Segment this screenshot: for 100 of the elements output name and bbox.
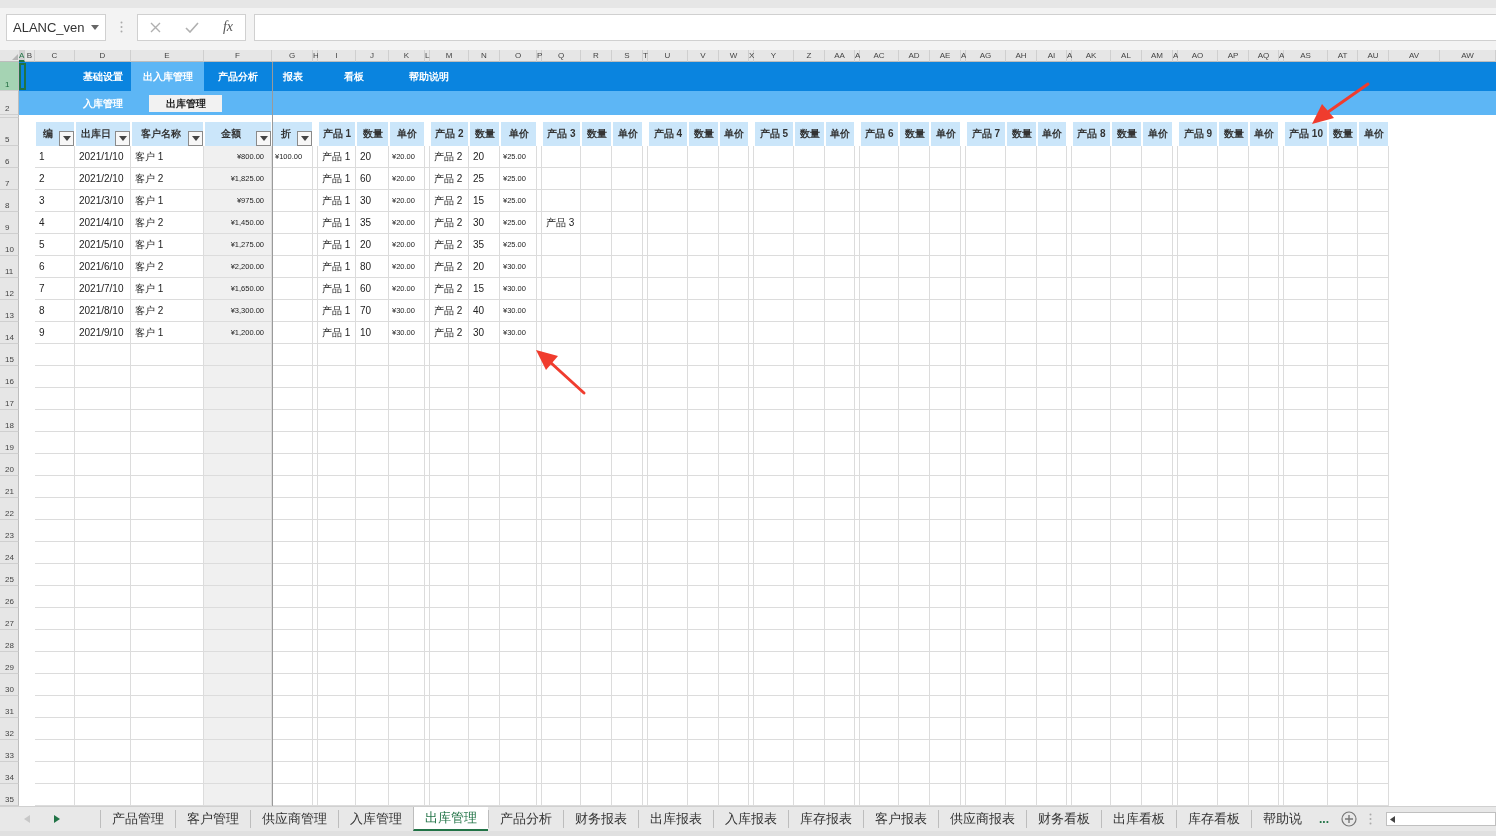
check-icon[interactable]	[184, 21, 199, 33]
column-header[interactable]: AP	[1218, 50, 1249, 62]
column-header[interactable]: AT	[1328, 50, 1358, 62]
column-header[interactable]: AI	[1037, 50, 1067, 62]
row-header[interactable]: 8	[0, 190, 19, 212]
sheet-tab[interactable]: 入库报表	[713, 810, 788, 828]
row-header[interactable]: 20	[0, 454, 19, 476]
column-header[interactable]: Q	[542, 50, 581, 62]
column-header[interactable]: S	[612, 50, 643, 62]
column-header[interactable]: U	[648, 50, 688, 62]
column-header[interactable]: R	[581, 50, 612, 62]
filter-button[interactable]	[188, 131, 203, 146]
row-header[interactable]: 32	[0, 718, 19, 740]
column-header[interactable]: N	[469, 50, 500, 62]
row-header[interactable]: 13	[0, 300, 19, 322]
sheet-tab[interactable]: 产品管理	[100, 810, 175, 828]
row-header[interactable]: 35	[0, 784, 19, 806]
row-header[interactable]: 30	[0, 674, 19, 696]
row-header[interactable]: 11	[0, 256, 19, 278]
sheet-tab[interactable]: 产品分析	[488, 810, 563, 828]
name-box[interactable]: ALANC_ven	[6, 13, 106, 41]
column-header[interactable]: AG	[966, 50, 1006, 62]
sub-nav-tab[interactable]: 出库管理	[149, 95, 222, 112]
row-header[interactable]: 21	[0, 476, 19, 498]
row-header[interactable]: 15	[0, 344, 19, 366]
column-header[interactable]: AU	[1358, 50, 1389, 62]
row-header[interactable]: 34	[0, 762, 19, 784]
insert-function-button[interactable]: fx	[222, 19, 233, 35]
column-header[interactable]: AS	[1284, 50, 1328, 62]
more-sheets-button[interactable]: ...	[1319, 812, 1329, 826]
column-header[interactable]: AO	[1178, 50, 1218, 62]
row-header[interactable]: 28	[0, 630, 19, 652]
column-header[interactable]: AD	[899, 50, 930, 62]
add-sheet-icon[interactable]	[1341, 811, 1357, 827]
row-header[interactable]: 18	[0, 410, 19, 432]
scroll-right-icon[interactable]	[54, 815, 60, 823]
sheet-tab[interactable]: 供应商管理	[250, 810, 338, 828]
column-header[interactable]: AH	[1006, 50, 1037, 62]
nav-tab[interactable]: 报表	[272, 62, 313, 91]
nav-tab[interactable]: 看板	[318, 62, 389, 91]
more-options-icon[interactable]	[120, 21, 123, 33]
filter-button[interactable]	[297, 131, 312, 146]
row-header[interactable]: 6	[0, 146, 19, 168]
row-header[interactable]: 9	[0, 212, 19, 234]
column-header[interactable]: C	[35, 50, 75, 62]
sheet-tab[interactable]: 库存看板	[1176, 810, 1251, 828]
filter-button[interactable]	[115, 131, 130, 146]
sheet-tab[interactable]: 帮助说	[1251, 810, 1313, 828]
cancel-icon[interactable]	[149, 21, 161, 33]
column-header[interactable]: O	[500, 50, 537, 62]
sheet-tab[interactable]: 出库报表	[638, 810, 713, 828]
row-header[interactable]: 10	[0, 234, 19, 256]
column-header[interactable]: AL	[1111, 50, 1142, 62]
column-header[interactable]: V	[688, 50, 719, 62]
column-header[interactable]: G	[272, 50, 313, 62]
row-header[interactable]: 12	[0, 278, 19, 300]
column-header[interactable]: K	[389, 50, 425, 62]
column-header[interactable]: J	[356, 50, 389, 62]
row-header[interactable]: 25	[0, 564, 19, 586]
row-header[interactable]: 5	[0, 118, 19, 146]
column-header[interactable]: AA	[825, 50, 855, 62]
row-header[interactable]: 19	[0, 432, 19, 454]
row-header[interactable]: 16	[0, 366, 19, 388]
column-header[interactable]: W	[719, 50, 749, 62]
sheet-tab[interactable]: 出库看板	[1101, 810, 1176, 828]
row-header[interactable]: 27	[0, 608, 19, 630]
sheet-tab[interactable]: 供应商报表	[938, 810, 1026, 828]
nav-tab[interactable]: 帮助说明	[389, 62, 469, 91]
row-header[interactable]: 7	[0, 168, 19, 190]
column-header[interactable]: AW	[1440, 50, 1496, 62]
nav-tab[interactable]: 产品分析	[204, 62, 272, 91]
nav-tab[interactable]: 基础设置	[75, 62, 131, 91]
sheet-tab[interactable]: 客户报表	[863, 810, 938, 828]
row-header[interactable]: 29	[0, 652, 19, 674]
formula-input-field[interactable]	[254, 13, 1496, 41]
horizontal-scrollbar[interactable]	[1386, 812, 1496, 826]
column-header[interactable]: AC	[860, 50, 899, 62]
column-header[interactable]: E	[131, 50, 204, 62]
scroll-left-arrow-icon[interactable]	[1390, 815, 1395, 823]
column-header[interactable]: Z	[794, 50, 825, 62]
row-header[interactable]: 26	[0, 586, 19, 608]
row-header[interactable]: 14	[0, 322, 19, 344]
column-header[interactable]: AQ	[1249, 50, 1279, 62]
sheet-tab[interactable]: 出库管理	[413, 807, 488, 831]
splitter-handle-icon[interactable]	[1369, 813, 1372, 825]
column-header[interactable]: AK	[1072, 50, 1111, 62]
row-header[interactable]: 1	[0, 62, 19, 91]
column-header[interactable]: Y	[754, 50, 794, 62]
row-header[interactable]: 2	[0, 91, 19, 115]
filter-button[interactable]	[59, 131, 74, 146]
sheet-tab[interactable]: 财务报表	[563, 810, 638, 828]
sheet-tab[interactable]: 财务看板	[1026, 810, 1101, 828]
row-header[interactable]: 23	[0, 520, 19, 542]
column-header[interactable]: AM	[1142, 50, 1173, 62]
row-header[interactable]: 33	[0, 740, 19, 762]
row-header[interactable]: 31	[0, 696, 19, 718]
column-header[interactable]: D	[75, 50, 131, 62]
column-header[interactable]: AE	[930, 50, 961, 62]
column-header[interactable]: AV	[1389, 50, 1440, 62]
sheet-tab[interactable]: 客户管理	[175, 810, 250, 828]
